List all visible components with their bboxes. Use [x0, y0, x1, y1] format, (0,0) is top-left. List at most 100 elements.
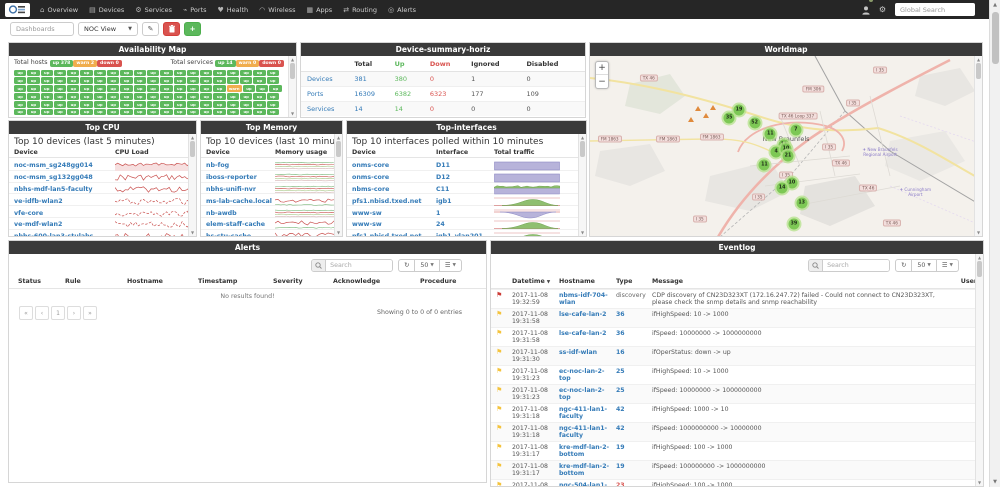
event-hostname-link[interactable]: kre-mdf-lan-2-bottom [559, 463, 616, 477]
interface-link[interactable]: D11 [436, 162, 494, 169]
scroll-down-arrow-icon[interactable]: ▼ [975, 230, 982, 235]
interface-link[interactable]: igb1 [436, 198, 494, 205]
nav-item-wireless[interactable]: ◠ Wireless [259, 6, 295, 14]
host-cell-up[interactable]: up [53, 100, 67, 108]
event-type[interactable]: 25 [616, 368, 652, 375]
alerts-search-input[interactable] [326, 259, 393, 271]
host-cell-up[interactable]: up [213, 77, 226, 85]
host-cell-up[interactable]: up [133, 100, 146, 108]
nav-item-alerts[interactable]: ◎ Alerts [388, 6, 416, 14]
host-cell-up[interactable]: up [186, 92, 200, 100]
scroll-up-arrow-icon[interactable]: ▲ [579, 135, 586, 140]
summary-total[interactable]: 16309 [352, 86, 393, 102]
host-cell-up[interactable]: up [67, 108, 80, 116]
host-cell-warn[interactable]: warn [226, 85, 242, 92]
host-cell-up[interactable]: up [14, 100, 27, 108]
scrollbar-thumb[interactable] [190, 141, 195, 157]
device-link[interactable]: elem-staff-cache [206, 221, 275, 228]
event-type[interactable]: 36 [616, 330, 652, 337]
device-link[interactable]: ve-idfb-wlan2 [14, 198, 115, 205]
app-logo[interactable] [5, 2, 30, 17]
host-cell-up[interactable]: up [213, 108, 226, 116]
scroll-down-arrow-icon[interactable]: ▼ [335, 230, 342, 235]
event-hostname-link[interactable]: nbms-idf-704-wlan [559, 292, 616, 306]
host-cell-up[interactable]: up [266, 69, 279, 77]
device-link[interactable]: pfs1.nbisd.txed.net [352, 198, 436, 205]
scroll-down-arrow-icon[interactable]: ▼ [579, 230, 586, 235]
zoom-in-button[interactable]: + [596, 62, 608, 75]
host-cell-up[interactable]: up [240, 108, 253, 116]
host-cell-up[interactable]: up [133, 108, 146, 116]
event-type[interactable]: 42 [616, 425, 652, 432]
host-cell-up[interactable]: up [146, 92, 160, 100]
nav-item-health[interactable]: ♥ Health [218, 6, 249, 14]
host-cell-up[interactable]: up [27, 92, 40, 100]
nav-item-ports[interactable]: ⌁ Ports [183, 6, 207, 14]
device-link[interactable]: nbms-core [352, 186, 436, 193]
scroll-down-arrow-icon[interactable]: ▼ [976, 480, 983, 485]
event-type[interactable]: discovery [616, 292, 652, 299]
host-cell-up[interactable]: up [14, 85, 27, 92]
host-cell-up[interactable]: up [266, 77, 279, 85]
host-cell-up[interactable]: up [40, 100, 53, 108]
host-cell-up[interactable]: up [120, 92, 133, 100]
add-dashboard-button[interactable]: + [184, 22, 201, 36]
host-cell-up[interactable]: up [256, 85, 269, 92]
column-header-message[interactable]: Message [652, 278, 947, 285]
host-cell-up[interactable]: up [40, 69, 53, 77]
host-cell-up[interactable]: up [240, 92, 253, 100]
host-cell-up[interactable]: up [200, 85, 213, 92]
host-cell-up[interactable]: up [186, 85, 200, 92]
host-cell-up[interactable]: up [67, 77, 80, 85]
host-cell-up[interactable]: up [173, 100, 186, 108]
host-cell-up[interactable]: up [213, 85, 226, 92]
host-cell-up[interactable]: up [186, 108, 200, 116]
interface-link[interactable]: 24 [436, 221, 494, 228]
device-link[interactable]: www-sw [352, 221, 436, 228]
host-cell-up[interactable]: up [120, 77, 133, 85]
host-cell-up[interactable]: up [253, 100, 266, 108]
host-cell-up[interactable]: up [67, 100, 80, 108]
refresh-button[interactable]: ↻ [399, 259, 416, 271]
host-cell-up[interactable]: up [120, 108, 133, 116]
interface-link[interactable]: C11 [436, 186, 494, 193]
scroll-up-arrow-icon[interactable]: ▲ [976, 255, 983, 260]
host-cell-up[interactable]: up [213, 69, 226, 77]
host-cell-up[interactable]: up [200, 69, 213, 77]
nav-item-routing[interactable]: ⇄ Routing [343, 6, 377, 14]
host-cell-up[interactable]: up [80, 108, 93, 116]
scroll-up-arrow-icon[interactable]: ▲ [189, 135, 196, 140]
eventlog-scrollbar[interactable]: ▲ ▼ [975, 254, 983, 486]
host-cell-up[interactable]: up [226, 92, 240, 100]
host-cell-up[interactable]: up [133, 69, 146, 77]
device-link[interactable]: vfe-core [14, 210, 115, 217]
column-header-acknowledge[interactable]: Acknowledge [333, 278, 420, 285]
device-link[interactable]: www-sw [352, 210, 436, 217]
columns-button[interactable]: ☰ ▼ [937, 260, 958, 271]
event-hostname-link[interactable]: kre-mdf-lan-2-bottom [559, 444, 616, 458]
nav-item-services[interactable]: ⚙ Services [135, 6, 172, 14]
host-cell-up[interactable]: up [213, 100, 226, 108]
device-link[interactable]: nb-fog [206, 162, 275, 169]
host-cell-up[interactable]: up [107, 85, 120, 92]
device-link[interactable]: pfs1.nbisd.txed.net [352, 233, 436, 236]
scroll-down-arrow-icon[interactable]: ▼ [289, 111, 296, 116]
host-cell-up[interactable]: up [93, 69, 107, 77]
host-cell-up[interactable]: up [27, 69, 40, 77]
host-cell-up[interactable]: up [67, 92, 80, 100]
summary-total[interactable]: 14 [352, 101, 393, 116]
interface-link[interactable]: 1 [436, 210, 494, 217]
host-cell-up[interactable]: up [93, 92, 107, 100]
scrollbar-thumb[interactable] [290, 63, 295, 79]
device-link[interactable]: noc-msm_sg132gg048 [14, 174, 115, 181]
scrollbar-thumb[interactable] [991, 12, 999, 64]
eventlog-search-input[interactable] [823, 259, 890, 271]
host-cell-up[interactable]: up [253, 77, 266, 85]
host-cell-up[interactable]: up [266, 100, 279, 108]
event-hostname-link[interactable]: ngc-504-lan1-student [559, 482, 616, 486]
host-cell-up[interactable]: up [146, 77, 160, 85]
map-cluster-marker[interactable]: 11 [762, 126, 778, 142]
event-hostname-link[interactable]: lse-cafe-lan-2 [559, 311, 616, 318]
column-header-severity[interactable]: Severity [273, 278, 333, 285]
host-cell-up[interactable]: up [160, 100, 173, 108]
